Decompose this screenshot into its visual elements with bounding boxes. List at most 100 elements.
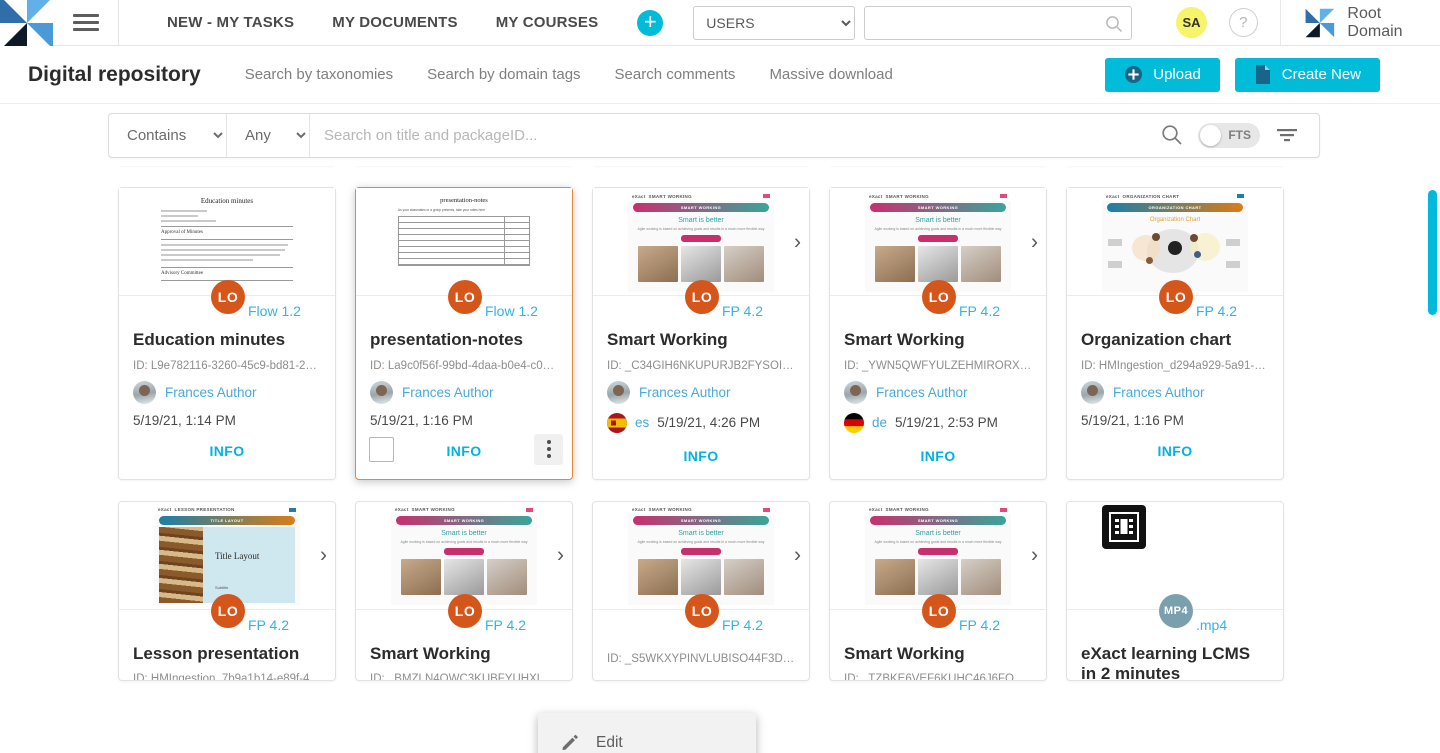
repository-card[interactable]: eXactSMART WORKINGSMART WORKINGSmart is … — [829, 187, 1047, 480]
tab-search-comments[interactable]: Search comments — [598, 66, 753, 83]
tab-massive-download[interactable]: Massive download — [752, 66, 909, 83]
upload-button[interactable]: Upload — [1105, 58, 1220, 92]
nav-item-new-my-tasks[interactable]: NEW - MY TASKS — [148, 14, 313, 31]
card-format-label: FP 4.2 — [248, 617, 289, 633]
nav-item-my-documents[interactable]: MY DOCUMENTS — [313, 14, 476, 31]
card-format-label: Flow 1.2 — [485, 303, 538, 319]
author-avatar — [370, 381, 393, 404]
scope-select[interactable]: USERS — [693, 6, 855, 40]
next-preview-arrow-icon[interactable]: › — [794, 231, 801, 252]
card-more-actions-button[interactable] — [534, 434, 563, 465]
card-info-link[interactable]: INFO — [446, 443, 481, 459]
repository-card[interactable]: eXactLESSON PRESENTATIONTITLE LAYOUTTitl… — [118, 501, 336, 681]
card-author-name[interactable]: Frances Author — [639, 385, 731, 400]
repository-card[interactable]: eXactSMART WORKINGSMART WORKINGSmart is … — [355, 501, 573, 681]
card-title: eXact learning LCMS in 2 minutes — [1067, 640, 1283, 681]
card-title: Smart Working — [830, 640, 1046, 665]
learning-object-badge: MP4 — [1159, 594, 1193, 628]
main-nav: NEW - MY TASKS MY DOCUMENTS MY COURSES + — [119, 10, 663, 36]
card-info-link[interactable]: INFO — [209, 443, 244, 459]
learning-object-badge: LO — [922, 280, 956, 314]
card-date-row: de5/19/21, 2:53 PM — [830, 404, 1046, 433]
card-info-link[interactable]: INFO — [920, 448, 955, 464]
scrollbar-thumb[interactable] — [1428, 190, 1437, 315]
card-info-link[interactable]: INFO — [683, 448, 718, 464]
repository-card[interactable]: eXactSMART WORKINGSMART WORKINGSmart is … — [829, 501, 1047, 681]
author-avatar — [607, 381, 630, 404]
match-type-select[interactable]: Contains — [109, 114, 227, 157]
card-info-link[interactable]: INFO — [1157, 443, 1192, 459]
card-format-label: FP 4.2 — [1196, 303, 1237, 319]
search-icon[interactable] — [1161, 124, 1183, 146]
card-author-name[interactable]: Frances Author — [876, 385, 968, 400]
global-search[interactable] — [864, 6, 1132, 40]
card-author-row: Frances Author — [593, 372, 809, 404]
card-author-row: Frances Author — [356, 372, 572, 404]
author-avatar — [133, 381, 156, 404]
card-footer: INFO — [1067, 428, 1283, 474]
card-badge-row: LOFP 4.2 — [593, 296, 809, 326]
card-author-name[interactable]: Frances Author — [402, 385, 494, 400]
vertical-scrollbar[interactable] — [1428, 166, 1437, 753]
repository-grid: 5/19/21, 1:13 PMINFO5/19/21, 1:14 PMINFO… — [0, 166, 1425, 681]
language-code: es — [635, 415, 649, 430]
card-badge-row: LOFP 4.2 — [830, 610, 1046, 640]
next-preview-arrow-icon[interactable]: › — [320, 545, 327, 566]
video-file-icon — [1102, 505, 1146, 549]
card-title: Smart Working — [356, 640, 572, 665]
card-id: ID: _TZBKE6VEF6KUHC46J6FOYTYRPY — [830, 664, 1046, 680]
repository-card[interactable]: eXactORGANIZATION CHARTORGANIZATION CHAR… — [1066, 187, 1284, 480]
filter-bar-actions: FTS — [1161, 123, 1319, 148]
tab-search-by-taxonomies[interactable]: Search by taxonomies — [228, 66, 410, 83]
card-footer: INFO — [119, 428, 335, 474]
card-date: 5/19/21, 2:53 PM — [895, 415, 998, 430]
repository-card[interactable]: presentation-notesAs your classmates or … — [355, 187, 573, 480]
pencil-icon — [560, 734, 579, 753]
card-footer: INFO — [830, 433, 1046, 479]
global-search-input[interactable] — [865, 7, 1131, 39]
card-title: Organization chart — [1067, 326, 1283, 351]
next-preview-arrow-icon[interactable]: › — [1031, 545, 1038, 566]
card-badge-row: LOFP 4.2 — [1067, 296, 1283, 326]
help-button[interactable]: ? — [1229, 8, 1258, 37]
repository-card[interactable]: eXactSMART WORKINGSMART WORKINGSmart is … — [592, 501, 810, 681]
card-date: 5/19/21, 1:14 PM — [133, 413, 236, 428]
learning-object-badge: LO — [211, 594, 245, 628]
domain-indicator[interactable]: Root Domain — [1280, 0, 1440, 46]
menu-toggle-button[interactable] — [53, 0, 119, 46]
repository-grid-scroll[interactable]: 5/19/21, 1:13 PMINFO5/19/21, 1:14 PMINFO… — [0, 166, 1440, 753]
card-format-label: FP 4.2 — [722, 617, 763, 633]
tab-search-by-domain-tags[interactable]: Search by domain tags — [410, 66, 597, 83]
fts-toggle[interactable]: FTS — [1198, 123, 1260, 148]
card-badge-row: LOFP 4.2 — [356, 610, 572, 640]
repository-card[interactable]: MP4.mp4eXact learning LCMS in 2 minutesI… — [1066, 501, 1284, 681]
card-id: ID: La9c0f56f-99bd-4daa-b0e4-c0823d... — [356, 351, 572, 372]
card-id: ID: HMIngestion_7b9a1b14-e89f-4c10-81 — [119, 664, 335, 680]
context-menu-edit[interactable]: Edit — [538, 721, 756, 753]
exact-logo[interactable] — [0, 0, 53, 46]
next-preview-arrow-icon[interactable]: › — [794, 545, 801, 566]
avatar[interactable]: SA — [1176, 7, 1207, 38]
card-badge-row: LOFP 4.2 — [830, 296, 1046, 326]
next-preview-arrow-icon[interactable]: › — [1031, 231, 1038, 252]
header-actions: Upload Create New — [1105, 58, 1380, 92]
card-author-name[interactable]: Frances Author — [165, 385, 257, 400]
add-button[interactable]: + — [637, 10, 663, 36]
card-badge-row: LOFP 4.2 — [119, 610, 335, 640]
filter-bar: Contains Any FTS — [108, 113, 1320, 158]
filter-icon[interactable] — [1275, 126, 1299, 144]
repository-card[interactable]: Education minutesApproval of MinutesAdvi… — [118, 187, 336, 480]
repository-search-input[interactable] — [310, 114, 1161, 157]
create-new-button[interactable]: Create New — [1235, 58, 1380, 92]
card-title: presentation-notes — [356, 326, 572, 351]
fts-label: FTS — [1228, 128, 1251, 142]
card-id: ID: _BMZLN4OWC3KUBFYUHXL2GOTN5A — [356, 664, 572, 680]
nav-item-my-courses[interactable]: MY COURSES — [477, 14, 618, 31]
next-preview-arrow-icon[interactable]: › — [557, 545, 564, 566]
domain-label: Root Domain — [1347, 5, 1440, 41]
repository-card[interactable]: eXactSMART WORKINGSMART WORKINGSmart is … — [592, 187, 810, 480]
card-select-checkbox[interactable] — [369, 437, 394, 462]
scope-filter-select[interactable]: Any — [227, 114, 310, 157]
card-author-name[interactable]: Frances Author — [1113, 385, 1205, 400]
card-author-row: Frances Author — [1067, 372, 1283, 404]
